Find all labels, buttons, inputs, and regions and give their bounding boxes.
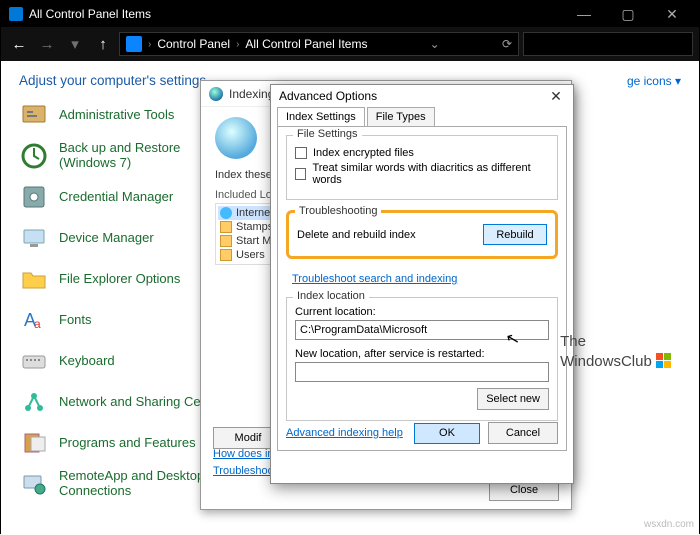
breadcrumb[interactable]: › Control Panel › All Control Panel Item… bbox=[119, 32, 519, 56]
cp-item-remoteapp[interactable]: RemoteApp and Desktop Connections bbox=[19, 467, 229, 501]
cp-item-programs-features[interactable]: Programs and Features bbox=[19, 426, 229, 460]
cp-item-keyboard[interactable]: Keyboard bbox=[19, 344, 229, 378]
troubleshooting-group: Troubleshooting Delete and rebuild index… bbox=[286, 210, 558, 259]
breadcrumb-sep-icon: › bbox=[236, 39, 239, 50]
address-dropdown-icon[interactable]: ⌄ bbox=[430, 37, 440, 51]
troubleshoot-search-indexing-link[interactable]: Troubleshoot search and indexing bbox=[292, 273, 457, 285]
backup-icon bbox=[19, 141, 49, 171]
tools-icon bbox=[19, 100, 49, 130]
index-location-group: Index location Current location: New loc… bbox=[286, 297, 558, 421]
window-title: All Control Panel Items bbox=[29, 7, 151, 21]
magnifier-icon bbox=[215, 117, 257, 159]
vault-icon bbox=[19, 182, 49, 212]
index-encrypted-checkbox[interactable]: Index encrypted files bbox=[295, 147, 549, 159]
page-title: Adjust your computer's settings bbox=[19, 73, 206, 88]
back-button[interactable]: ← bbox=[7, 32, 31, 56]
keyboard-icon bbox=[19, 346, 49, 376]
forward-button[interactable]: → bbox=[35, 32, 59, 56]
breadcrumb-root-icon bbox=[126, 36, 142, 52]
cp-item-device-manager[interactable]: Device Manager bbox=[19, 221, 229, 255]
checkbox-icon bbox=[295, 147, 307, 159]
cp-item-backup-restore[interactable]: Back up and Restore (Windows 7) bbox=[19, 139, 229, 173]
view-by-dropdown[interactable]: ge icons ▾ bbox=[627, 74, 681, 88]
cp-item-fonts[interactable]: Aa Fonts bbox=[19, 303, 229, 337]
select-new-button[interactable]: Select new bbox=[477, 388, 549, 410]
breadcrumb-item[interactable]: All Control Panel Items bbox=[245, 37, 367, 51]
dialog-title-bar: Advanced Options ✕ bbox=[271, 85, 573, 107]
indexing-icon bbox=[209, 87, 223, 101]
svg-text:a: a bbox=[34, 317, 41, 331]
advanced-options-dialog: Advanced Options ✕ Index Settings File T… bbox=[270, 84, 574, 484]
dialog-close-icon[interactable]: ✕ bbox=[547, 88, 565, 105]
file-settings-legend: File Settings bbox=[293, 128, 362, 140]
up-button[interactable]: ↑ bbox=[91, 32, 115, 56]
rebuild-button[interactable]: Rebuild bbox=[483, 224, 547, 245]
minimize-button[interactable]: ― bbox=[565, 1, 603, 27]
index-location-legend: Index location bbox=[293, 290, 369, 302]
thewindowsclub-watermark: The WindowsClub bbox=[560, 334, 672, 370]
advanced-indexing-help-link[interactable]: Advanced indexing help bbox=[286, 427, 403, 439]
maximize-button[interactable]: ▢ bbox=[609, 1, 647, 27]
checkbox-icon bbox=[295, 168, 306, 180]
tab-strip: Index Settings File Types bbox=[271, 107, 573, 126]
file-settings-group: File Settings Index encrypted files Trea… bbox=[286, 135, 558, 200]
device-icon bbox=[19, 223, 49, 253]
new-location-field[interactable] bbox=[295, 362, 549, 382]
current-location-label: Current location: bbox=[295, 306, 549, 318]
advanced-dialog-title: Advanced Options bbox=[279, 89, 377, 103]
refresh-icon[interactable]: ⟳ bbox=[502, 37, 512, 51]
close-button[interactable]: ✕ bbox=[653, 1, 691, 27]
title-bar: All Control Panel Items ― ▢ ✕ bbox=[1, 1, 699, 27]
delete-rebuild-text: Delete and rebuild index bbox=[297, 229, 416, 241]
control-panel-icon bbox=[9, 7, 23, 21]
cancel-button[interactable]: Cancel bbox=[488, 422, 558, 444]
history-dropdown[interactable]: ▾ bbox=[63, 32, 87, 56]
control-panel-item-list: Administrative Tools Back up and Restore… bbox=[19, 98, 229, 501]
current-location-field[interactable] bbox=[295, 320, 549, 340]
nav-bar: ← → ▾ ↑ › Control Panel › All Control Pa… bbox=[1, 27, 699, 61]
search-input[interactable] bbox=[523, 32, 693, 56]
windows-logo-icon bbox=[656, 353, 672, 369]
programs-icon bbox=[19, 428, 49, 458]
cp-item-administrative-tools[interactable]: Administrative Tools bbox=[19, 98, 229, 132]
cp-item-file-explorer-options[interactable]: File Explorer Options bbox=[19, 262, 229, 296]
site-watermark: wsxdn.com bbox=[644, 519, 694, 530]
remoteapp-icon bbox=[19, 469, 49, 499]
fonts-icon: Aa bbox=[19, 305, 49, 335]
folder-options-icon bbox=[19, 264, 49, 294]
ok-button[interactable]: OK bbox=[414, 423, 480, 444]
troubleshooting-legend: Troubleshooting bbox=[295, 205, 381, 217]
tab-page: File Settings Index encrypted files Trea… bbox=[277, 126, 567, 451]
breadcrumb-item[interactable]: Control Panel bbox=[157, 37, 230, 51]
breadcrumb-sep-icon: › bbox=[148, 39, 151, 50]
diacritics-checkbox[interactable]: Treat similar words with diacritics as d… bbox=[295, 162, 549, 186]
cp-item-network-sharing[interactable]: Network and Sharing Centre bbox=[19, 385, 229, 419]
tab-index-settings[interactable]: Index Settings bbox=[277, 107, 365, 126]
cp-item-credential-manager[interactable]: Credential Manager bbox=[19, 180, 229, 214]
tab-file-types[interactable]: File Types bbox=[367, 107, 435, 126]
network-icon bbox=[19, 387, 49, 417]
new-location-label: New location, after service is restarted… bbox=[295, 348, 549, 360]
